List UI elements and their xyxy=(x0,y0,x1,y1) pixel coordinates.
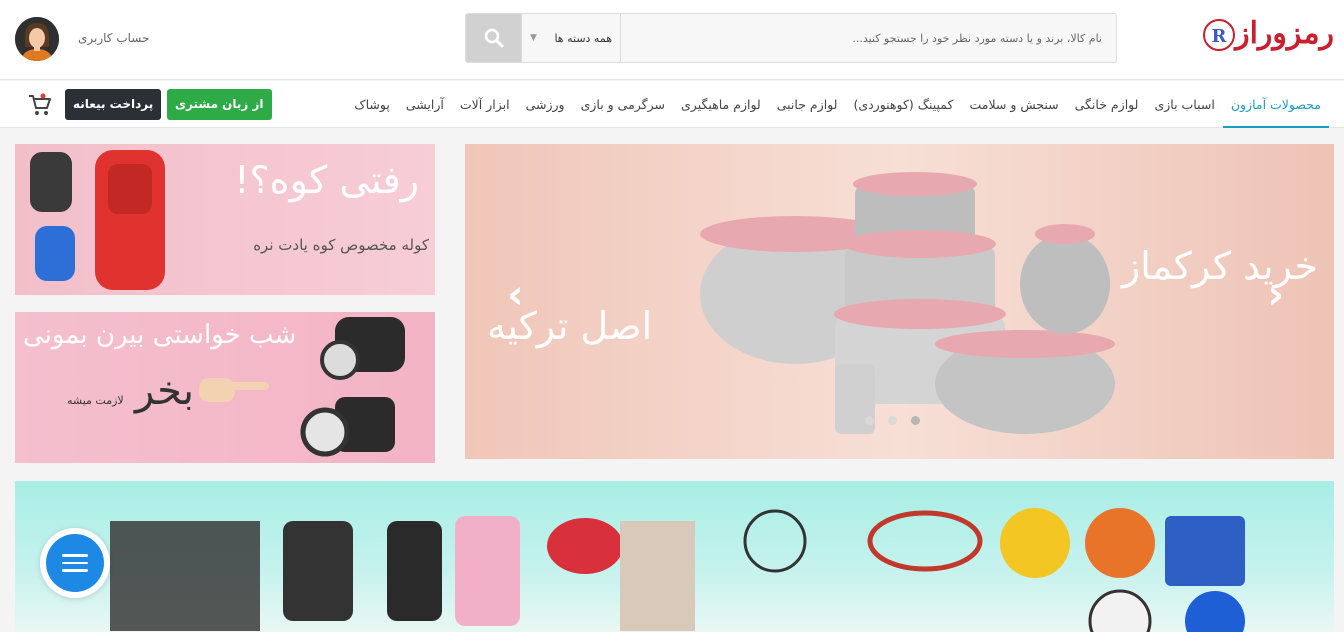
banner-mountain-title: رفتی کوه؟! xyxy=(234,158,419,202)
sports-equipment-image xyxy=(110,508,1245,632)
category-select[interactable]: همه دسته ها ▼ xyxy=(521,14,621,62)
backpack-image xyxy=(30,150,165,290)
prepayment-button[interactable]: پرداخت بیعانه xyxy=(65,89,162,120)
user-avatar-icon[interactable] xyxy=(15,17,59,61)
logo-text: رمزوراز xyxy=(1235,16,1334,51)
site-logo[interactable]: R رمزوراز xyxy=(1200,10,1334,60)
svg-text:R: R xyxy=(1212,26,1228,47)
banner-sports-equipment[interactable] xyxy=(15,481,1334,632)
search-button[interactable] xyxy=(466,14,521,62)
banner-night-cta: بخر xyxy=(135,368,195,414)
flashlight-image xyxy=(300,317,405,457)
search-icon xyxy=(484,28,503,48)
nav-item-toys[interactable]: اسباب بازی xyxy=(1146,81,1222,128)
nav-item-tools[interactable]: ابزار آلات xyxy=(452,81,518,128)
customer-reviews-button[interactable]: از زبان مشتری xyxy=(167,89,272,120)
search-input[interactable] xyxy=(621,14,1116,62)
search-bar: همه دسته ها ▼ xyxy=(465,13,1117,63)
slider-dot[interactable] xyxy=(865,416,874,425)
nav-item-home-appliances[interactable]: لوازم خانگی xyxy=(1067,81,1147,128)
site-header: R رمزوراز همه دسته ها ▼ حساب کاربری xyxy=(0,0,1344,80)
cart-icon[interactable] xyxy=(28,93,52,117)
pointing-hand-icon xyxy=(199,378,269,402)
nav-item-games[interactable]: سرگرمی و بازی xyxy=(573,81,673,128)
logo-mark-icon: R xyxy=(1203,19,1235,51)
banner-night-title: شب خواستی بیرن بمونی xyxy=(23,320,297,350)
nav-item-cosmetics[interactable]: آرایشی xyxy=(398,81,452,128)
banner-night-flashlight[interactable]: شب خواستی بیرن بمونی بخر لازمت میشه xyxy=(15,312,435,463)
nav-item-fishing[interactable]: لوازم ماهیگیری xyxy=(673,81,769,128)
banner-mountain-subtitle: کوله مخصوص کوه یادت نره xyxy=(253,236,429,254)
slider-dots xyxy=(865,416,920,425)
hero-slider[interactable]: خرید کرکماز اصل ترکیه ‹ › xyxy=(465,144,1334,459)
cookware-image xyxy=(700,172,1115,434)
chevron-down-icon: ▼ xyxy=(530,33,537,43)
chat-button[interactable] xyxy=(40,528,110,598)
slider-title: خرید کرکماز xyxy=(1121,244,1318,288)
banner-mountain-backpack[interactable]: رفتی کوه؟! کوله مخصوص کوه یادت نره xyxy=(15,144,435,295)
nav-item-amazon-products[interactable]: محصولات آمازون xyxy=(1222,81,1329,128)
nav-item-camping[interactable]: کمپینگ (کوهنوردی) xyxy=(845,81,961,128)
account-link[interactable]: حساب کاربری xyxy=(78,31,149,45)
avatar-illustration xyxy=(15,17,59,61)
slider-dot-active[interactable] xyxy=(911,416,920,425)
slider-prev-arrow-icon[interactable]: ‹ xyxy=(507,272,523,318)
nav-item-clothing[interactable]: پوشاک xyxy=(346,81,397,128)
nav-menu: محصولات آمازون اسباب بازی لوازم خانگی سن… xyxy=(346,81,1329,128)
category-select-value: همه دسته ها xyxy=(554,31,612,45)
nav-item-accessories[interactable]: لوازم جانبی xyxy=(769,81,846,128)
banner-night-note: لازمت میشه xyxy=(67,394,124,407)
slider-dot[interactable] xyxy=(888,416,897,425)
chat-icon xyxy=(46,534,104,592)
main-nav: محصولات آمازون اسباب بازی لوازم خانگی سن… xyxy=(0,81,1344,128)
nav-item-sports[interactable]: ورزشی xyxy=(518,81,573,128)
slider-next-arrow-icon[interactable]: › xyxy=(1268,272,1284,318)
nav-item-health[interactable]: سنجش و سلامت xyxy=(961,81,1066,128)
